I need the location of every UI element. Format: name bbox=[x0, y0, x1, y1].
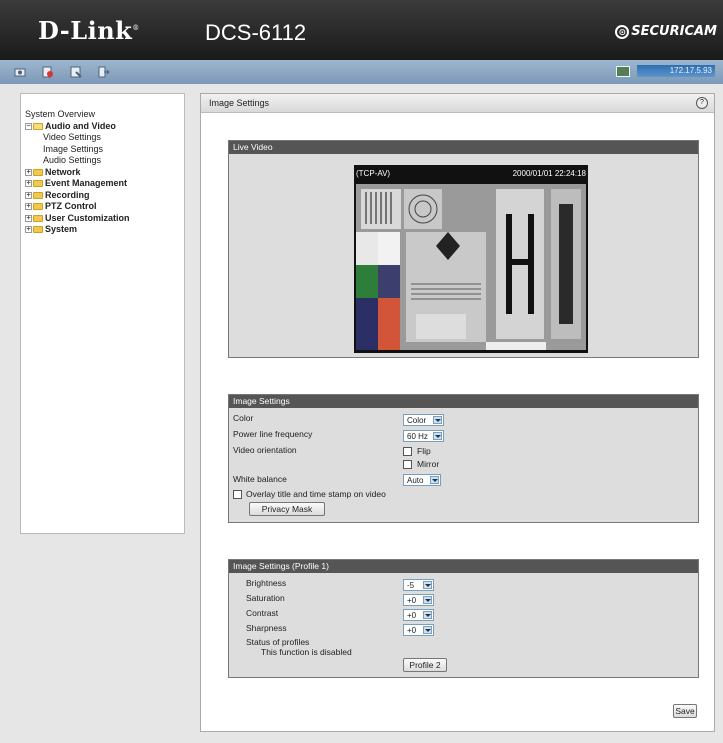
flip-checkbox[interactable] bbox=[403, 447, 412, 456]
overlay-label: Overlay title and time stamp on video bbox=[246, 489, 386, 499]
sharpness-select[interactable]: +0 bbox=[403, 624, 434, 636]
saturation-label: Saturation bbox=[246, 593, 285, 603]
page-title: Image Settings bbox=[209, 98, 270, 108]
privacy-mask-button[interactable]: Privacy Mask bbox=[249, 502, 325, 516]
expand-icon[interactable]: + bbox=[25, 226, 32, 234]
snapshot-icon[interactable] bbox=[14, 66, 26, 78]
saturation-select[interactable]: +0 bbox=[403, 594, 434, 606]
chevron-down-icon bbox=[423, 626, 432, 634]
image-profile-heading: Image Settings (Profile 1) bbox=[229, 560, 698, 573]
collapse-icon[interactable]: − bbox=[25, 122, 32, 130]
ip-address: 172.17.5.93 bbox=[637, 65, 715, 77]
folder-icon bbox=[33, 180, 43, 188]
securicam-mark-icon: ⊙ bbox=[615, 24, 630, 39]
sidebar-item-video-settings[interactable]: Video Settings bbox=[25, 132, 130, 144]
chevron-down-icon bbox=[423, 581, 432, 589]
video-orientation-label: Video orientation bbox=[233, 445, 297, 455]
live-video-heading: Live Video bbox=[229, 141, 698, 154]
help-icon[interactable]: ? bbox=[696, 97, 708, 109]
status-of-profiles-text: This function is disabled bbox=[261, 647, 352, 657]
securicam-logo: ⊙ SECURICAM bbox=[615, 24, 717, 39]
toolbar bbox=[0, 60, 723, 84]
sidebar-item-user-customization[interactable]: + User Customization bbox=[25, 213, 130, 225]
expand-icon[interactable]: + bbox=[25, 191, 32, 199]
contrast-select[interactable]: +0 bbox=[403, 609, 434, 621]
save-button[interactable]: Save bbox=[673, 704, 697, 718]
image-settings-heading: Image Settings bbox=[229, 395, 698, 408]
chevron-down-icon bbox=[423, 611, 432, 619]
live-video-view[interactable]: (TCP-AV) 2000/01/01 22:24:18 bbox=[354, 165, 588, 353]
expand-icon[interactable]: + bbox=[25, 214, 32, 222]
color-label: Color bbox=[233, 413, 254, 423]
chevron-down-icon bbox=[430, 476, 439, 484]
contrast-label: Contrast bbox=[246, 608, 279, 618]
system-overview-link[interactable]: System Overview bbox=[25, 109, 130, 121]
folder-icon bbox=[33, 214, 43, 222]
logout-icon[interactable] bbox=[98, 66, 110, 78]
network-status-icon bbox=[616, 66, 630, 77]
model-name: DCS-6112 bbox=[205, 20, 307, 45]
sharpness-label: Sharpness bbox=[246, 623, 287, 633]
sidebar-item-image-settings[interactable]: Image Settings bbox=[25, 144, 130, 156]
status-of-profiles-label: Status of profiles bbox=[246, 637, 310, 647]
chevron-down-icon bbox=[433, 416, 442, 424]
sidebar-item-recording[interactable]: + Recording bbox=[25, 190, 130, 202]
expand-icon[interactable]: + bbox=[25, 168, 32, 176]
header: D-Link® DCS-6112 ⊙ SECURICAM bbox=[0, 0, 723, 60]
flip-label: Flip bbox=[417, 446, 431, 456]
sidebar-item-audio-settings[interactable]: Audio Settings bbox=[25, 155, 130, 167]
power-line-frequency-label: Power line frequency bbox=[233, 429, 313, 439]
video-timestamp: 2000/01/01 22:24:18 bbox=[512, 169, 586, 178]
sidebar-item-network[interactable]: + Network bbox=[25, 167, 130, 179]
color-select[interactable]: Color bbox=[403, 414, 444, 426]
expand-icon[interactable]: + bbox=[25, 203, 32, 211]
record-icon[interactable] bbox=[42, 66, 54, 78]
white-balance-select[interactable]: Auto bbox=[403, 474, 441, 486]
power-line-frequency-select[interactable]: 60 Hz bbox=[403, 430, 444, 442]
image-profile-section: Image Settings (Profile 1) bbox=[228, 559, 699, 678]
brightness-select[interactable]: -5 bbox=[403, 579, 434, 591]
overlay-checkbox[interactable] bbox=[233, 490, 242, 499]
folder-icon bbox=[33, 203, 43, 211]
profile-2-button[interactable]: Profile 2 bbox=[403, 658, 447, 672]
camera-test-chart-image bbox=[356, 184, 586, 350]
settings-icon[interactable] bbox=[70, 66, 82, 78]
white-balance-label: White balance bbox=[233, 474, 287, 484]
expand-icon[interactable]: + bbox=[25, 180, 32, 188]
chevron-down-icon bbox=[433, 432, 442, 440]
sidebar-item-system[interactable]: + System bbox=[25, 224, 130, 236]
folder-icon bbox=[33, 191, 43, 199]
chevron-down-icon bbox=[423, 596, 432, 604]
sidebar-item-audio-video[interactable]: − Audio and Video bbox=[25, 121, 130, 133]
sidebar-item-event-management[interactable]: + Event Management bbox=[25, 178, 130, 190]
folder-open-icon bbox=[33, 122, 43, 130]
sidebar-item-ptz-control[interactable]: + PTZ Control bbox=[25, 201, 130, 213]
mirror-label: Mirror bbox=[417, 459, 440, 469]
navigation-panel: System Overview − Audio and Video Video S… bbox=[20, 93, 185, 534]
mirror-checkbox[interactable] bbox=[403, 460, 412, 469]
dlink-logo: D-Link® bbox=[38, 16, 140, 45]
folder-icon bbox=[33, 226, 43, 234]
folder-icon bbox=[33, 168, 43, 176]
brightness-label: Brightness bbox=[246, 578, 287, 588]
main-title-bar: Image Settings ? bbox=[201, 94, 714, 113]
stream-mode: (TCP-AV) bbox=[356, 169, 391, 178]
